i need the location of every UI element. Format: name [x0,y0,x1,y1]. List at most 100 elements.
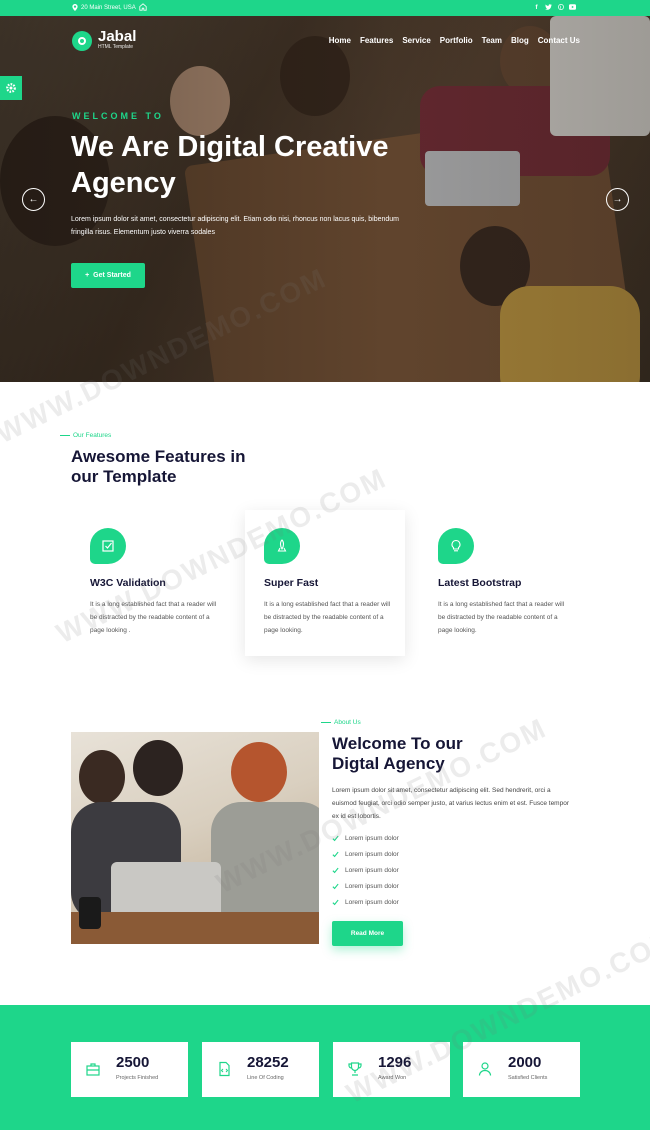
nav-item-team[interactable]: Team [482,36,502,45]
brand-logo[interactable]: Jabal HTML Template [72,28,137,51]
list-item-text: Lorem ipsum dolor [345,882,399,890]
code-file-icon [219,1061,230,1077]
about-title-line1: Welcome To our [332,734,463,753]
plus-icon: + [85,272,90,279]
feature-title: Super Fast [264,577,319,589]
hero-text: Lorem ipsum dolor sit amet, consectetur … [71,216,399,236]
nav-item-contact[interactable]: Contact Us [538,36,580,45]
nav-item-features[interactable]: Features [360,36,393,45]
about-title-line2: Digtal Agency [332,754,445,773]
list-item: Lorem ipsum dolor [332,878,399,894]
about-photo-shape [79,750,125,804]
stat-card: 28252 Line Of Coding [202,1042,319,1097]
stat-value: 28252 [247,1054,289,1071]
brand-name: Jabal [98,28,137,45]
feature-title: W3C Validation [90,577,166,589]
pinterest-icon[interactable] [557,3,564,11]
about-label-text: About Us [334,719,361,726]
features-title: Awesome Features in our Template [71,447,245,487]
briefcase-icon [86,1063,100,1076]
settings-tab[interactable] [0,76,22,100]
about-checklist: Lorem ipsum dolor Lorem ipsum dolor Lore… [332,830,399,910]
feature-title: Latest Bootstrap [438,577,522,589]
home-icon[interactable] [139,3,147,11]
nav-item-home[interactable]: Home [329,36,351,45]
main-nav: Home Features Service Portfolio Team Blo… [329,36,580,45]
slider-prev-button[interactable]: ← [22,188,45,211]
about-image [71,732,319,944]
slider-next-button[interactable]: → [606,188,629,211]
features-title-line2: our Template [71,467,177,486]
check-icon [332,835,339,841]
list-item-text: Lorem ipsum dolor [345,850,399,858]
about-label: About Us [321,719,361,726]
list-item-text: Lorem ipsum dolor [345,834,399,842]
features-title-line1: Awesome Features in [71,447,246,466]
hero-eyebrow: WELCOME TO [72,111,164,121]
list-item: Lorem ipsum dolor [332,846,399,862]
feature-text: It is a long established fact that a rea… [264,601,391,634]
stat-label: Satisfied Clients [508,1075,548,1081]
get-started-button[interactable]: + Get Started [71,263,145,288]
rocket-icon [277,539,287,552]
stat-label: Line Of Coding [247,1075,284,1081]
about-photo-shape [231,742,287,802]
feature-icon-badge [90,528,126,564]
trophy-icon [348,1062,362,1076]
feature-text: It is a long established fact that a rea… [90,601,217,634]
nav-item-portfolio[interactable]: Portfolio [440,36,473,45]
youtube-icon[interactable] [569,3,576,11]
list-item: Lorem ipsum dolor [332,894,399,910]
address-text: 20 Main Street, USA [81,4,136,11]
hero-title: We Are Digital Creative Agency [71,131,389,199]
list-item: Lorem ipsum dolor [332,862,399,878]
feature-card: Super Fast It is a long established fact… [245,510,405,656]
list-item-text: Lorem ipsum dolor [345,866,399,874]
list-item-text: Lorem ipsum dolor [345,898,399,906]
get-started-label: Get Started [93,272,131,279]
features-label: Our Features [60,432,111,439]
lightbulb-icon [451,539,461,552]
hero-section: Jabal HTML Template Home Features Servic… [0,16,650,382]
logo-mark-icon [72,30,92,51]
features-label-text: Our Features [73,432,112,439]
feature-card: Latest Bootstrap It is a long establishe… [419,510,579,656]
address: 20 Main Street, USA [72,4,136,11]
brand-tagline: HTML Template [98,44,134,50]
stat-value: 2000 [508,1054,542,1071]
nav-item-blog[interactable]: Blog [511,36,529,45]
stat-card: 1296 Award Won [333,1042,450,1097]
about-text: Lorem ipsum dolor sit amet, consectetur … [332,787,569,820]
stat-value: 1296 [378,1054,412,1071]
check-icon [332,899,339,905]
list-item: Lorem ipsum dolor [332,830,399,846]
feature-text: It is a long established fact that a rea… [438,601,565,634]
arrow-left-icon: ← [28,194,39,205]
about-title: Welcome To our Digtal Agency [332,734,463,774]
stat-label: Award Won [378,1075,407,1081]
twitter-icon[interactable] [545,3,552,11]
gear-icon [6,83,16,93]
check-square-icon [102,540,114,552]
stat-card: 2000 Satisfied Clients [463,1042,580,1097]
read-more-button[interactable]: Read More [332,921,403,946]
about-photo-shape [133,740,183,796]
about-photo-shape [71,912,319,944]
stat-card: 2500 Projects Finished [71,1042,188,1097]
feature-card: W3C Validation It is a long established … [71,510,231,656]
user-icon [478,1062,492,1076]
check-icon [332,851,339,857]
stats-section: 2500 Projects Finished 28252 Line Of Cod… [0,1005,650,1130]
stat-value: 2500 [116,1054,150,1071]
check-icon [332,883,339,889]
feature-icon-badge [438,528,474,564]
nav-item-service[interactable]: Service [402,36,430,45]
social-links: f [533,3,576,11]
map-pin-icon [72,4,78,11]
top-bar: 20 Main Street, USA f [0,0,650,16]
arrow-right-icon: → [612,194,623,205]
about-photo-shape [79,897,101,929]
check-icon [332,867,339,873]
feature-icon-badge [264,528,300,564]
facebook-icon[interactable]: f [533,3,540,11]
